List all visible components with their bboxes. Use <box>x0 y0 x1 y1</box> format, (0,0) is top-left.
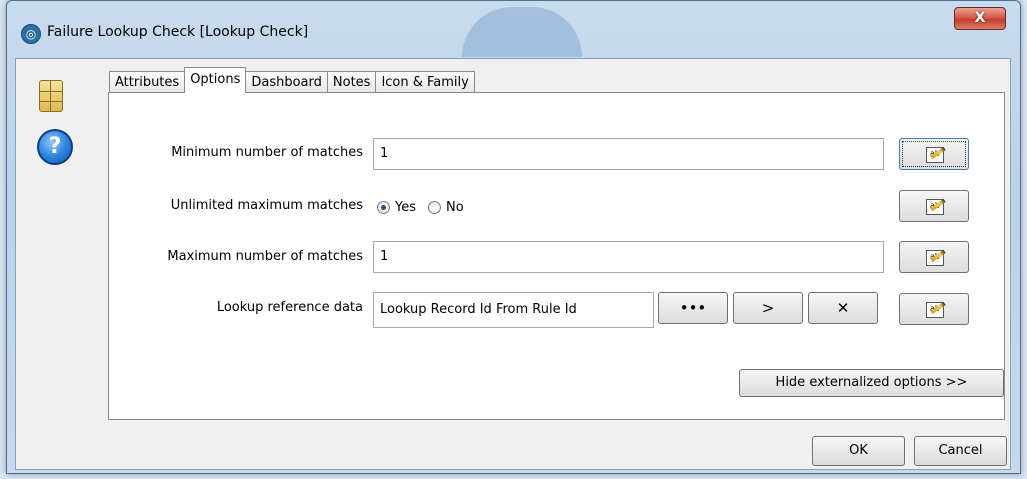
tab-bar: Attributes Options Dashboard Notes Icon … <box>109 67 475 93</box>
tab-notes[interactable]: Notes <box>326 71 377 93</box>
tab-dashboard[interactable]: Dashboard <box>245 71 328 93</box>
unlimited-max-label: Unlimited maximum matches <box>170 198 363 213</box>
lookup-clear-button[interactable]: ✕ <box>808 292 878 324</box>
side-icon-strip: ? <box>16 59 101 469</box>
ok-button[interactable]: OK <box>812 436 905 466</box>
tab-attributes[interactable]: Attributes <box>109 71 186 93</box>
window-title: Failure Lookup Check [Lookup Check] <box>47 24 309 40</box>
lookup-ref-label: Lookup reference data <box>216 300 363 315</box>
hide-externalized-button[interactable]: Hide externalized options >> <box>739 369 1004 397</box>
cancel-button[interactable]: Cancel <box>914 436 1007 466</box>
max-matches-label: Maximum number of matches <box>167 249 363 264</box>
dialog-client: ? Attributes Options Dashboard Notes Ico… <box>15 58 1011 470</box>
title-bar[interactable]: ◎ Failure Lookup Check [Lookup Check] X <box>7 1 1020 57</box>
app-logo-icon: ◎ <box>21 24 41 44</box>
options-panel: Minimum number of matches 1 ab Unlimited… <box>108 92 1005 420</box>
max-matches-edit-button[interactable]: ab <box>899 241 969 273</box>
lookup-ref-field[interactable]: Lookup Record Id From Rule Id <box>373 292 654 328</box>
tab-options[interactable]: Options <box>184 67 247 93</box>
help-icon[interactable]: ? <box>37 129 73 165</box>
min-matches-label: Minimum number of matches <box>171 145 363 160</box>
min-matches-input[interactable]: 1 <box>373 138 884 170</box>
max-matches-input[interactable]: 1 <box>373 241 884 273</box>
lookup-go-button[interactable]: > <box>733 292 803 324</box>
min-matches-edit-button[interactable]: ab <box>899 138 969 170</box>
dialog-window: ◎ Failure Lookup Check [Lookup Check] X … <box>6 0 1021 474</box>
lookup-ref-edit-button[interactable]: ab <box>899 293 969 325</box>
unlimited-no-radio[interactable] <box>428 200 441 214</box>
lookup-browse-button[interactable]: ••• <box>658 292 728 324</box>
tab-icon-family[interactable]: Icon & Family <box>375 71 475 93</box>
unlimited-max-edit-button[interactable]: ab <box>899 190 969 222</box>
close-button[interactable]: X <box>954 7 1006 30</box>
unlimited-no-label[interactable]: No <box>446 200 464 215</box>
title-bar-glow <box>462 7 582 57</box>
database-table-icon <box>39 80 63 112</box>
unlimited-yes-label[interactable]: Yes <box>395 200 416 215</box>
unlimited-max-radio-group: Yes No <box>377 197 476 217</box>
unlimited-yes-radio[interactable] <box>377 200 390 214</box>
